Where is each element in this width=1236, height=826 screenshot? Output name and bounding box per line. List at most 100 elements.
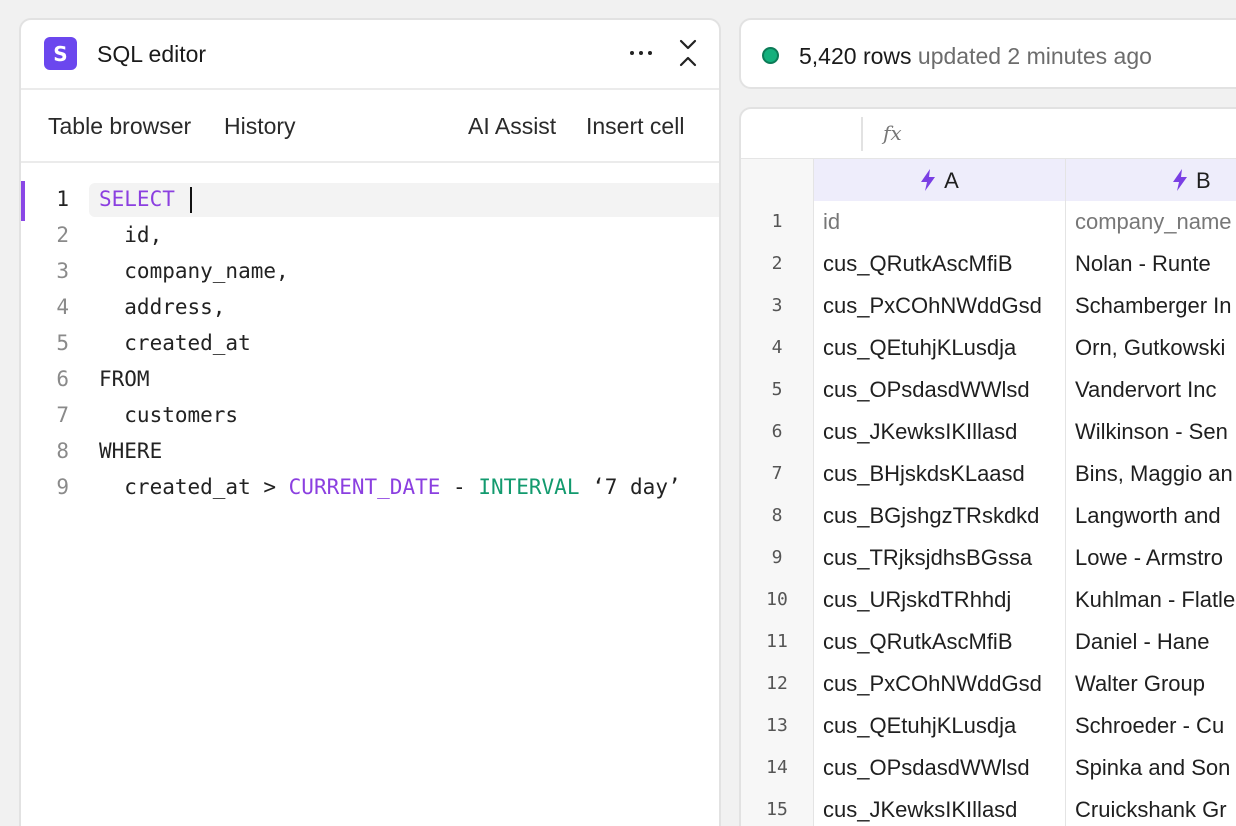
code-line[interactable]: 8 WHERE — [21, 433, 719, 469]
code-area[interactable]: 1 SELECT 2 id, 3 company_name, 4 address… — [21, 163, 719, 505]
code-text: created_at — [99, 331, 251, 355]
row-number: 3 — [741, 285, 814, 327]
code-token: - — [440, 475, 479, 499]
code-line[interactable]: 4 address, — [21, 289, 719, 325]
cell-id[interactable]: cus_JKewksIKIllasd — [814, 789, 1066, 826]
row-number: 10 — [741, 579, 814, 621]
row-number: 7 — [741, 453, 814, 495]
results-sheet: fx A B 1 id company_name 2 cus_QRutkAscMfiB N… — [739, 107, 1236, 826]
status-text: 5,420 rows updated 2 minutes ago — [799, 43, 1152, 70]
code-line[interactable]: 2 id, — [21, 217, 719, 253]
formula-divider — [861, 117, 863, 151]
column-header-a[interactable]: A — [814, 159, 1066, 201]
collapse-icon — [679, 39, 697, 67]
code-line[interactable]: 3 company_name, — [21, 253, 719, 289]
keyword: WHERE — [99, 439, 163, 463]
column-letter: B — [1196, 167, 1211, 193]
cell-id[interactable]: cus_QRutkAscMfiB — [814, 243, 1066, 285]
line-number: 5 — [56, 331, 69, 355]
code-line[interactable]: 1 SELECT — [21, 181, 719, 221]
ai-assist-button[interactable]: AI Assist — [468, 113, 556, 140]
row-count: 5,420 rows — [799, 43, 912, 69]
keyword: SELECT — [99, 187, 175, 211]
line-number: 1 — [56, 187, 69, 211]
line-number: 3 — [56, 259, 69, 283]
tab-table-browser[interactable]: Table browser — [48, 113, 191, 140]
text-caret — [189, 187, 192, 213]
cell-id[interactable]: cus_BHjskdsKLaasd — [814, 453, 1066, 495]
keyword: INTERVAL — [478, 475, 580, 499]
code-line[interactable]: 5 created_at — [21, 325, 719, 361]
row-number: 11 — [741, 621, 814, 663]
keyword: FROM — [99, 367, 150, 391]
code-text: created_at > CURRENT_DATE - INTERVAL ‘7 … — [99, 469, 681, 505]
sql-editor-panel: S SQL editor Table browser History AI As… — [19, 18, 721, 826]
cell-company-name[interactable]: Schroeder - Cu — [1066, 705, 1236, 747]
code-text: address, — [99, 295, 226, 319]
cell-id[interactable]: cus_TRjksjdhsBGssa — [814, 537, 1066, 579]
cell-company-name[interactable]: Cruickshank Gr — [1066, 789, 1236, 826]
cell-company-name[interactable]: Daniel - Hane — [1066, 621, 1236, 663]
code-line[interactable]: 6 FROM — [21, 361, 719, 397]
cell-company-name[interactable]: Walter Group — [1066, 663, 1236, 705]
tab-history[interactable]: History — [224, 113, 296, 140]
cell-id[interactable]: cus_URjskdTRhhdj — [814, 579, 1066, 621]
corner-cell — [741, 159, 814, 201]
updated-time: updated 2 minutes ago — [911, 43, 1152, 69]
cell-company-name[interactable]: company_name — [1066, 201, 1236, 243]
cell-company-name[interactable]: Orn, Gutkowski — [1066, 327, 1236, 369]
cell-company-name[interactable]: Kuhlman - Flatle — [1066, 579, 1236, 621]
row-number: 8 — [741, 495, 814, 537]
code-token: created_at > — [99, 475, 289, 499]
cell-company-name[interactable]: Nolan - Runte — [1066, 243, 1236, 285]
row-number: 6 — [741, 411, 814, 453]
cell-company-name[interactable]: Bins, Maggio an — [1066, 453, 1236, 495]
cell-company-name[interactable]: Spinka and Son — [1066, 747, 1236, 789]
row-number: 9 — [741, 537, 814, 579]
cell-id[interactable]: cus_PxCOhNWddGsd — [814, 285, 1066, 327]
cell-id[interactable]: cus_PxCOhNWddGsd — [814, 663, 1066, 705]
cell-id[interactable]: cus_QEtuhjKLusdja — [814, 705, 1066, 747]
function-token: CURRENT_DATE — [288, 475, 441, 499]
line-number: 4 — [56, 295, 69, 319]
status-indicator-icon — [762, 47, 779, 64]
cell-id[interactable]: cus_BGjshgzTRskdkd — [814, 495, 1066, 537]
cell-company-name[interactable]: Lowe - Armstro — [1066, 537, 1236, 579]
cell-id[interactable]: cus_QEtuhjKLusdja — [814, 327, 1066, 369]
row-number: 15 — [741, 789, 814, 826]
more-options-button[interactable] — [625, 40, 657, 66]
string-token: ‘7 day’ — [579, 475, 681, 499]
code-line[interactable]: 7 customers — [21, 397, 719, 433]
line-number: 6 — [56, 367, 69, 391]
row-number: 5 — [741, 369, 814, 411]
cell-company-name[interactable]: Schamberger In — [1066, 285, 1236, 327]
cell-id[interactable]: cus_OPsdasdWWlsd — [814, 747, 1066, 789]
row-number: 1 — [741, 201, 814, 243]
code-text: SELECT — [99, 181, 192, 217]
column-letter: A — [944, 167, 959, 193]
cell-company-name[interactable]: Vandervort Inc — [1066, 369, 1236, 411]
row-number: 4 — [741, 327, 814, 369]
more-dot — [648, 51, 652, 55]
collapse-button[interactable] — [676, 38, 700, 68]
cell-id[interactable]: cus_JKewksIKIllasd — [814, 411, 1066, 453]
cell-id[interactable]: cus_OPsdasdWWlsd — [814, 369, 1066, 411]
code-line[interactable]: 9 created_at > CURRENT_DATE - INTERVAL ‘… — [21, 469, 719, 505]
cell-id[interactable]: id — [814, 201, 1066, 243]
cell-id[interactable]: cus_QRutkAscMfiB — [814, 621, 1066, 663]
more-dot — [630, 51, 634, 55]
code-text: customers — [99, 403, 239, 427]
row-number: 12 — [741, 663, 814, 705]
status-bar: 5,420 rows updated 2 minutes ago — [739, 18, 1236, 89]
row-number: 14 — [741, 747, 814, 789]
code-text: company_name, — [99, 259, 289, 283]
column-header-b[interactable]: B — [1066, 159, 1236, 201]
editor-toolbar: Table browser History AI Assist Insert c… — [21, 90, 719, 163]
cell-company-name[interactable]: Langworth and — [1066, 495, 1236, 537]
line-number: 8 — [56, 439, 69, 463]
cell-company-name[interactable]: Wilkinson - Sen — [1066, 411, 1236, 453]
line-number: 2 — [56, 223, 69, 247]
lightning-icon — [1173, 169, 1187, 191]
insert-cell-button[interactable]: Insert cell — [586, 113, 684, 140]
formula-bar: fx — [741, 109, 1236, 159]
